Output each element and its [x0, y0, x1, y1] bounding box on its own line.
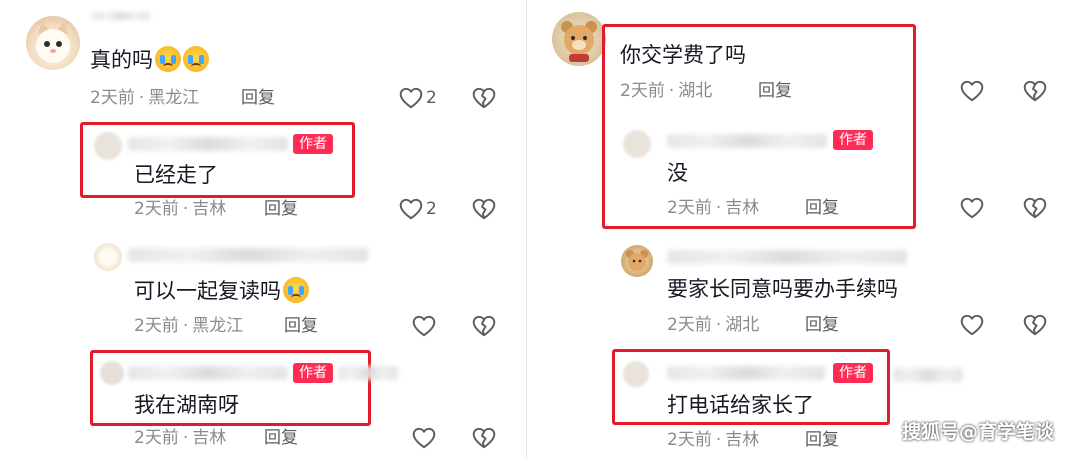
author-avatar[interactable] [100, 361, 124, 385]
reply-button[interactable]: 回复 [805, 197, 839, 219]
author-avatar[interactable] [623, 361, 649, 387]
watermark: 搜狐号@育学笔谈 [901, 421, 1054, 443]
reply-button[interactable]: 回复 [805, 429, 839, 451]
crying-emoji-icon [283, 277, 309, 303]
reply-button[interactable]: 回复 [805, 314, 839, 336]
heart-outline-icon[interactable] [959, 312, 985, 338]
reply-text: 打电话给家长了 [667, 393, 814, 417]
crying-emoji-icon [183, 46, 209, 72]
reply-meta: 2天前 · 吉林 [134, 199, 227, 219]
commenter-avatar[interactable] [552, 12, 606, 66]
commenter-avatar[interactable] [26, 16, 80, 70]
heart-outline-icon[interactable] [959, 78, 985, 104]
heart-outline-icon[interactable] [398, 85, 424, 111]
comment-text: 你交学费了吗 [620, 43, 746, 67]
right-comment-panel: 你交学费了吗 2天前 · 湖北 回复 作者 没 2天前 · 吉林 回复 要家长同意吗要办… [527, 0, 1080, 458]
reply-button[interactable]: 回复 [264, 427, 298, 449]
comment-text: 真的吗 [90, 46, 209, 73]
username-blurred [128, 366, 288, 380]
heart-outline-icon[interactable] [411, 425, 437, 451]
broken-heart-icon[interactable] [471, 196, 497, 222]
username-blurred [893, 368, 963, 382]
replier-avatar[interactable] [94, 243, 122, 271]
reply-text: 要家长同意吗要办手续吗 [667, 277, 898, 301]
reply-meta: 2天前 · 吉林 [134, 428, 227, 448]
username-blurred [128, 248, 368, 262]
comment-meta: 2天前 · 黑龙江 [90, 88, 200, 108]
like-count: 2 [426, 199, 437, 219]
left-comment-panel: 真的吗 2天前 · 黑龙江 回复 2 作者 已经走了 2天前 · 吉林 回复 2 可以一… [0, 0, 526, 458]
author-badge: 作者 [293, 134, 333, 154]
reply-button[interactable]: 回复 [241, 87, 275, 109]
reply-button[interactable]: 回复 [284, 315, 318, 337]
heart-outline-icon[interactable] [959, 195, 985, 221]
heart-outline-icon[interactable] [411, 313, 437, 339]
broken-heart-icon[interactable] [471, 85, 497, 111]
crying-emoji-icon [155, 46, 181, 72]
reply-meta: 2天前 · 吉林 [667, 198, 760, 218]
username-blurred [338, 366, 398, 380]
reply-meta: 2天前 · 吉林 [667, 430, 760, 450]
broken-heart-icon[interactable] [1022, 195, 1048, 221]
comment-meta: 2天前 · 湖北 [620, 81, 713, 101]
author-badge: 作者 [833, 130, 873, 150]
bear-avatar-icon [561, 21, 597, 62]
broken-heart-icon[interactable] [471, 313, 497, 339]
username-blurred [92, 12, 150, 20]
reply-button[interactable]: 回复 [758, 80, 792, 102]
cat-avatar-icon [36, 22, 70, 63]
author-avatar[interactable] [94, 132, 122, 160]
reply-meta: 2天前 · 湖北 [667, 315, 760, 335]
like-count: 2 [426, 88, 437, 108]
author-badge: 作者 [293, 363, 333, 383]
reply-text: 我在湖南呀 [134, 393, 239, 417]
broken-heart-icon[interactable] [471, 425, 497, 451]
broken-heart-icon[interactable] [1022, 78, 1048, 104]
author-badge: 作者 [833, 363, 873, 383]
username-blurred [667, 134, 827, 148]
username-blurred [667, 366, 825, 380]
heart-outline-icon[interactable] [398, 196, 424, 222]
broken-heart-icon[interactable] [1022, 312, 1048, 338]
reply-button[interactable]: 回复 [264, 198, 298, 220]
replier-avatar[interactable] [621, 245, 653, 277]
username-blurred [128, 137, 288, 151]
reply-meta: 2天前 · 黑龙江 [134, 316, 244, 336]
username-blurred [667, 250, 907, 264]
reply-text: 可以一起复读吗 [134, 277, 309, 304]
reply-text: 没 [667, 161, 688, 185]
reply-text: 已经走了 [134, 163, 218, 187]
author-avatar[interactable] [623, 130, 651, 158]
bear-avatar-icon [626, 250, 648, 271]
